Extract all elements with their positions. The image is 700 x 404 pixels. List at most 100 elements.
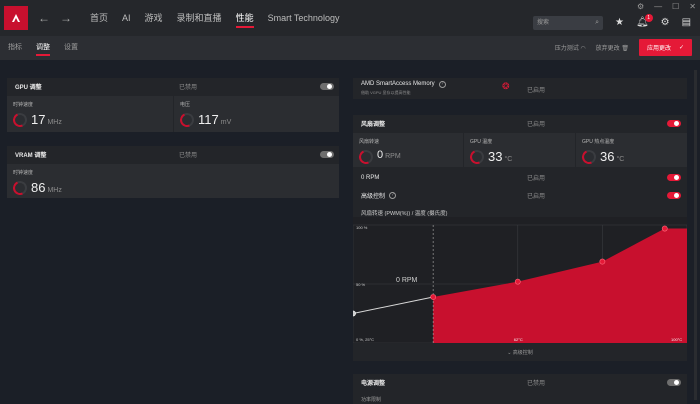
- gpu-clock-label: 时钟速度: [13, 102, 34, 108]
- fan-speed-dial-icon: [357, 148, 375, 166]
- nav-item-smart-technology[interactable]: Smart Technology: [268, 0, 340, 36]
- gpu-temp-label: GPU 温度: [470, 139, 493, 145]
- fan-tuning-title: 风扇调整: [361, 122, 386, 128]
- forward-arrow-icon[interactable]: →: [60, 11, 72, 25]
- sam-subtitle: 借助 VGPU 显存以提高性能: [361, 90, 411, 95]
- fan-curve-point-2: [514, 278, 521, 285]
- nav-item-ai[interactable]: AI: [122, 0, 131, 36]
- stress-test-label: 压力测试: [554, 46, 579, 52]
- gpu-tuning-card: GPU 调整 已禁用 时钟速度 17 MHz 电压 117 mV: [7, 78, 339, 132]
- y-tick-label-0: 100 %: [356, 225, 368, 230]
- fan-speed-unit: RPM: [385, 153, 401, 160]
- gpu-clock-dial-icon: [11, 111, 29, 129]
- advanced-control-toggle[interactable]: [667, 192, 681, 199]
- gpu-tuning-header: GPU 调整 已禁用: [7, 78, 339, 95]
- discard-label: 放弃更改: [595, 46, 620, 52]
- gpu-tuning-toggle[interactable]: [320, 83, 334, 90]
- power-tuning-toggle[interactable]: [667, 379, 681, 386]
- hotspot-temp-unit: °C: [616, 156, 625, 163]
- notification-bell-icon[interactable]: 🔔︎ 1: [636, 14, 653, 28]
- gpu-voltage-unit: mV: [220, 119, 232, 126]
- x-tick-label-1: 62°C: [514, 337, 523, 342]
- vram-tuning-card: VRAM 调整 已禁用 时钟速度 86 MHz: [7, 146, 339, 198]
- collapse-advanced-button[interactable]: ⌄ 高级控制: [353, 346, 687, 361]
- vram-clock-dial-icon: [11, 179, 29, 197]
- minimize-icon[interactable]: —: [654, 2, 662, 11]
- search-input[interactable]: 搜索 ⌕: [533, 16, 603, 30]
- hotspot-temp-label: GPU 热点温度: [582, 139, 615, 145]
- fan-curve-point-4: [661, 225, 668, 232]
- power-tuning-state: 已禁用: [527, 381, 546, 387]
- zero-rpm-toggle[interactable]: [667, 174, 681, 181]
- tab-tuning[interactable]: 调整: [36, 36, 50, 60]
- zero-rpm-label: 0 RPM: [361, 174, 380, 181]
- notification-badge: 1: [644, 14, 653, 22]
- fan-curve-point-0: [350, 310, 356, 317]
- x-tick-label-2: 100°C: [671, 337, 682, 342]
- apply-changes-button[interactable]: 应用更改 ✓: [638, 39, 692, 56]
- fan-curve-area: [433, 228, 687, 343]
- gauge-icon: ◠: [580, 46, 586, 52]
- gpu-temp-value: 33: [488, 149, 503, 164]
- vram-clock-label: 时钟速度: [13, 170, 34, 176]
- fan-curve-line-inactive: [352, 296, 434, 314]
- advanced-control-label: 高级控制: [361, 194, 386, 200]
- vram-clock-metric: 时钟速度 86 MHz: [7, 164, 339, 198]
- search-placeholder: 搜索: [537, 20, 550, 26]
- advanced-control-state: 已启用: [527, 194, 546, 200]
- back-arrow-icon[interactable]: ←: [38, 11, 50, 25]
- scrollbar[interactable]: [694, 70, 697, 400]
- hotspot-temp-metric: GPU 热点温度 36 °C: [576, 133, 687, 167]
- nav-item-home[interactable]: 首页: [90, 0, 108, 36]
- sam-brain-icon: ❂: [502, 81, 510, 91]
- apply-label: 应用更改: [646, 46, 671, 52]
- vram-tuning-toggle[interactable]: [320, 151, 334, 158]
- fan-tuning-toggle[interactable]: [667, 120, 681, 127]
- amd-logo-icon[interactable]: [4, 6, 28, 30]
- advanced-help-icon[interactable]: ?: [389, 192, 397, 199]
- tab-settings[interactable]: 设置: [64, 36, 78, 60]
- window-controls: ⚙ — ☐ ✕: [637, 2, 696, 11]
- gpu-voltage-dial-icon: [178, 111, 196, 129]
- sub-nav-bar: 指标 调整 设置 压力测试 ◠ 放弃更改 🗑︎ 应用更改 ✓: [0, 36, 700, 60]
- discard-button[interactable]: 放弃更改 🗑︎: [596, 43, 629, 52]
- fan-curve-point-3: [599, 258, 606, 265]
- fan-curve-point-1: [430, 294, 437, 300]
- nav-item-gaming[interactable]: 游戏: [145, 0, 163, 36]
- fan-curve-chart[interactable]: 100 % 50 % 0 %, 25°C 62°C 100°C 0 RPM: [350, 217, 688, 344]
- hotspot-temp-dial-icon: [580, 148, 598, 166]
- nav-item-record-stream[interactable]: 录制和直播: [177, 0, 222, 36]
- sidebar-toggle-icon[interactable]: ▤: [682, 17, 691, 28]
- fan-speed-metric: 风扇转速 0 RPM: [353, 133, 463, 167]
- maximize-icon[interactable]: ☐: [672, 2, 679, 11]
- stress-test-button[interactable]: 压力测试 ◠: [555, 43, 586, 52]
- top-icons: ★ 🔔︎ 1 ⚙ ▤: [615, 14, 691, 28]
- gpu-voltage-value: 117: [198, 112, 219, 127]
- power-limit-label: 功率限制: [361, 397, 382, 403]
- collapse-advanced-label: 高级控制: [512, 350, 533, 356]
- fan-rpm-overlay: 0 RPM: [396, 277, 418, 284]
- fan-tuning-header: 风扇调整 已启用: [353, 115, 687, 132]
- gpu-clock-value: 17: [31, 112, 46, 127]
- vram-tuning-title: VRAM 调整: [15, 153, 47, 159]
- settings-gear-small-icon[interactable]: ⚙: [637, 2, 644, 11]
- vram-tuning-state: 已禁用: [179, 153, 198, 159]
- settings-gear-icon[interactable]: ⚙: [661, 17, 670, 28]
- fan-speed-label: 风扇转速: [359, 139, 380, 145]
- tab-metrics[interactable]: 指标: [8, 36, 22, 60]
- nav-item-performance[interactable]: 性能: [235, 0, 254, 36]
- zero-rpm-state: 已启用: [527, 176, 546, 182]
- gpu-temp-unit: °C: [504, 156, 513, 163]
- sam-help-icon[interactable]: ?: [438, 81, 446, 88]
- fan-tuning-state: 已启用: [527, 122, 546, 128]
- hotspot-temp-value: 36: [600, 149, 615, 164]
- fan-curve-title: 风扇转速 (PWM(%)) / 温度 (摄氏度): [361, 211, 448, 217]
- y-tick-label-1: 50 %: [356, 282, 366, 287]
- vram-clock-unit: MHz: [47, 187, 62, 194]
- favorite-star-icon[interactable]: ★: [615, 17, 624, 28]
- gpu-tuning-state: 已禁用: [179, 85, 198, 91]
- advanced-control-row: 高级控制? 已启用: [353, 187, 687, 204]
- power-tuning-header: 电源调整 已禁用: [353, 374, 687, 391]
- close-icon[interactable]: ✕: [689, 2, 696, 11]
- origin-tick-label: 0 %, 25°C: [356, 337, 374, 342]
